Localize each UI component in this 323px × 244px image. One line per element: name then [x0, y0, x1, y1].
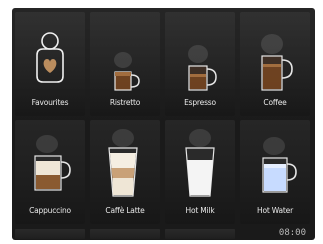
- tile-label: Caffè Latte: [105, 206, 145, 215]
- favourites-heart-person-icon: [36, 32, 64, 83]
- tile-label: Espresso: [184, 98, 216, 107]
- clock: 08:00: [278, 228, 306, 238]
- tile-hot-water[interactable]: Hot Water: [240, 120, 310, 224]
- tile-label: Ristretto: [109, 98, 141, 107]
- tile-label: Cappuccino: [29, 206, 71, 215]
- cappuccino-cup-icon: [34, 135, 71, 191]
- tile-label: Favourites: [31, 98, 69, 107]
- bottom-button[interactable]: [165, 229, 235, 239]
- tile-cappuccino[interactable]: Cappuccino: [15, 120, 85, 224]
- coffee-machine-display: Favourites Ristretto Espresso Coffee Cap…: [12, 8, 315, 240]
- tile-espresso[interactable]: Espresso: [165, 12, 235, 116]
- tile-hot-milk[interactable]: Hot Milk: [165, 120, 235, 224]
- hot-milk-glass-icon: [185, 129, 215, 197]
- latte-glass-icon: [108, 129, 138, 197]
- tile-coffee[interactable]: Coffee: [240, 12, 310, 116]
- bottom-button[interactable]: [90, 229, 160, 239]
- tile-ristretto[interactable]: Ristretto: [90, 12, 160, 116]
- coffee-cup-icon: [261, 34, 293, 91]
- tile-favourites[interactable]: Favourites: [15, 12, 85, 116]
- hot-water-cup-icon: [262, 137, 297, 193]
- tile-label: Hot Milk: [185, 206, 215, 215]
- tile-label: Hot Water: [257, 206, 293, 215]
- tile-label: Coffee: [263, 98, 287, 107]
- ristretto-cup-icon: [114, 52, 140, 91]
- bottom-button[interactable]: [15, 229, 85, 239]
- bottom-bar: 08:00: [12, 228, 315, 240]
- tile-caffe-latte[interactable]: Caffè Latte: [90, 120, 160, 224]
- espresso-cup-icon: [188, 45, 217, 91]
